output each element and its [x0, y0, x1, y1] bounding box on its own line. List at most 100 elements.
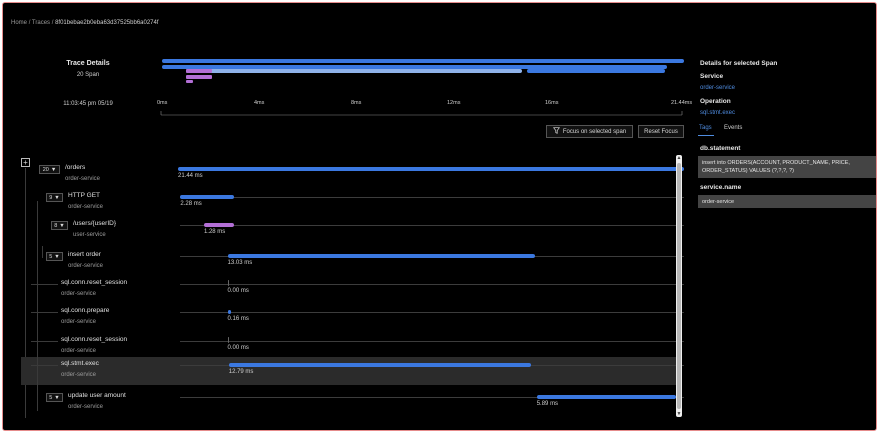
trace-minimap[interactable] — [159, 55, 685, 119]
tag-value-service-name: order-service — [698, 195, 876, 208]
span-track — [180, 341, 684, 342]
caret-down-icon: ▼ — [50, 166, 57, 173]
span-name: HTTP GET — [68, 192, 101, 199]
span-collapse-toggle[interactable]: 8 ▼ — [51, 221, 68, 230]
minimap-span-user-c — [186, 80, 193, 83]
scroll-up-icon[interactable]: ▲ — [676, 155, 682, 161]
span-row[interactable]: sql.conn.reset_session order-service 0.00 … — [21, 276, 684, 304]
minimap-span-user-b — [186, 75, 212, 79]
tick-label: 4ms — [254, 100, 265, 106]
breadcrumb-trace-id: 8f01bebae2b0eba63d37525bb6a0274f — [55, 20, 159, 26]
child-count: 9 — [49, 194, 53, 201]
span-service: order-service — [68, 204, 104, 210]
focus-selected-span-button[interactable]: Focus on selected span — [546, 125, 633, 138]
tree-guide — [37, 201, 38, 411]
minimap-span-root-2 — [162, 65, 667, 69]
scroll-down-icon[interactable]: ▼ — [676, 411, 682, 417]
breadcrumb: Home / Traces / 8f01bebae2b0eba63d37525b… — [11, 20, 159, 26]
span-name: sql.conn.prepare — [61, 307, 110, 314]
span-row[interactable]: 8 ▼ /users/{userID} user-service 1.28 ms — [21, 217, 684, 245]
tree-connector — [31, 312, 58, 313]
tab-events[interactable]: Events — [724, 125, 742, 131]
operation-value[interactable]: sql.stmt.exec — [700, 110, 735, 116]
tick-label: 0ms — [157, 100, 168, 106]
span-bar[interactable] — [228, 363, 531, 367]
breadcrumb-traces[interactable]: Traces — [32, 20, 50, 26]
span-row[interactable]: sql.stmt.exec order-service 12.79 ms — [21, 357, 684, 385]
trace-start-time: 11:03:45 pm 05/19 — [63, 101, 113, 107]
minimap-span-group-a — [186, 69, 522, 73]
span-duration: 1.28 ms — [203, 229, 226, 235]
span-bar[interactable] — [227, 337, 229, 343]
span-name: sql.stmt.exec — [61, 360, 99, 367]
span-bar[interactable] — [227, 280, 229, 286]
span-row[interactable]: 5 ▼ update user amount order-service 5.89 ms — [21, 389, 684, 417]
span-service: order-service — [61, 291, 97, 297]
span-name: /orders — [65, 164, 86, 171]
tab-tags[interactable]: Tags — [699, 125, 712, 131]
span-bar[interactable] — [203, 223, 235, 227]
caret-down-icon: ▼ — [59, 222, 65, 229]
tag-value-db-statement: insert into ORDERS(ACCOUNT, PRODUCT_NAME… — [698, 156, 876, 178]
span-row[interactable]: 9 ▼ HTTP GET order-service 2.28 ms — [21, 189, 684, 217]
details-header: Details for selected Span — [700, 60, 778, 67]
funnel-icon — [552, 127, 560, 136]
caret-down-icon: ▼ — [54, 253, 60, 260]
span-track — [180, 225, 684, 226]
span-bar[interactable] — [178, 167, 684, 171]
span-duration: 0.00 ms — [227, 345, 249, 351]
span-service: order-service — [68, 263, 104, 269]
breadcrumb-home[interactable]: Home — [11, 20, 27, 26]
span-collapse-toggle[interactable]: 20 ▼ — [39, 165, 60, 174]
tick-label: 21.44ms — [671, 100, 693, 106]
span-duration: 5.89 ms — [536, 401, 559, 407]
span-bar[interactable] — [227, 254, 536, 258]
child-count: 5 — [49, 253, 53, 260]
service-value[interactable]: order-service — [700, 85, 735, 91]
span-service: order-service — [61, 319, 97, 325]
tree-connector — [31, 365, 58, 366]
span-row[interactable]: 20 ▼ /orders order-service 21.44 ms — [21, 161, 684, 189]
span-count: 20 Span — [76, 72, 100, 78]
span-duration: 2.28 ms — [180, 201, 202, 207]
span-duration: 13.03 ms — [227, 260, 253, 266]
span-service: order-service — [65, 176, 101, 182]
tree-connector — [31, 341, 58, 342]
span-name: sql.conn.reset_session — [61, 279, 128, 286]
span-row[interactable]: 5 ▼ insert order order-service 13.03 ms — [21, 248, 684, 276]
span-service: order-service — [61, 348, 97, 354]
minimap-span-orders — [162, 59, 684, 63]
span-duration: 0.16 ms — [227, 316, 249, 322]
span-track — [180, 197, 684, 198]
span-service: user-service — [73, 232, 106, 238]
span-collapse-toggle[interactable]: 5 ▼ — [46, 393, 63, 402]
active-tab-indicator — [698, 135, 714, 136]
operation-label: Operation — [700, 98, 731, 105]
minimap-span-group-b — [527, 69, 665, 73]
caret-down-icon: ▼ — [54, 394, 60, 401]
span-name: insert order — [68, 251, 101, 258]
span-name: sql.conn.reset_session — [61, 336, 128, 343]
reset-focus-button[interactable]: Reset Focus — [638, 125, 684, 138]
app-window: Home / Traces / 8f01bebae2b0eba63d37525b… — [2, 2, 877, 431]
span-bar[interactable] — [536, 395, 676, 399]
tick-label: 16ms — [545, 100, 559, 106]
span-service: order-service — [61, 372, 97, 378]
span-collapse-toggle[interactable]: 5 ▼ — [46, 252, 63, 261]
span-bar[interactable] — [180, 195, 235, 199]
scrollbar-thumb[interactable] — [677, 163, 681, 409]
span-tree-scrollbar[interactable]: ▲ ▼ — [676, 155, 682, 417]
minimap-chart — [160, 59, 684, 116]
tag-key-service-name: service.name — [700, 184, 742, 191]
span-collapse-toggle[interactable]: 9 ▼ — [46, 193, 63, 202]
span-row[interactable]: sql.conn.prepare order-service 0.16 ms — [21, 304, 684, 332]
trace-details-title: Trace Details — [66, 60, 110, 67]
tree-connector — [31, 284, 58, 285]
span-duration: 12.79 ms — [228, 369, 254, 375]
span-duration: 21.44 ms — [178, 173, 203, 179]
service-label: Service — [700, 73, 724, 80]
tag-key-db-statement: db.statement — [700, 145, 741, 152]
span-bar[interactable] — [227, 310, 232, 314]
caret-down-icon: ▼ — [54, 194, 60, 201]
span-track — [180, 284, 684, 285]
